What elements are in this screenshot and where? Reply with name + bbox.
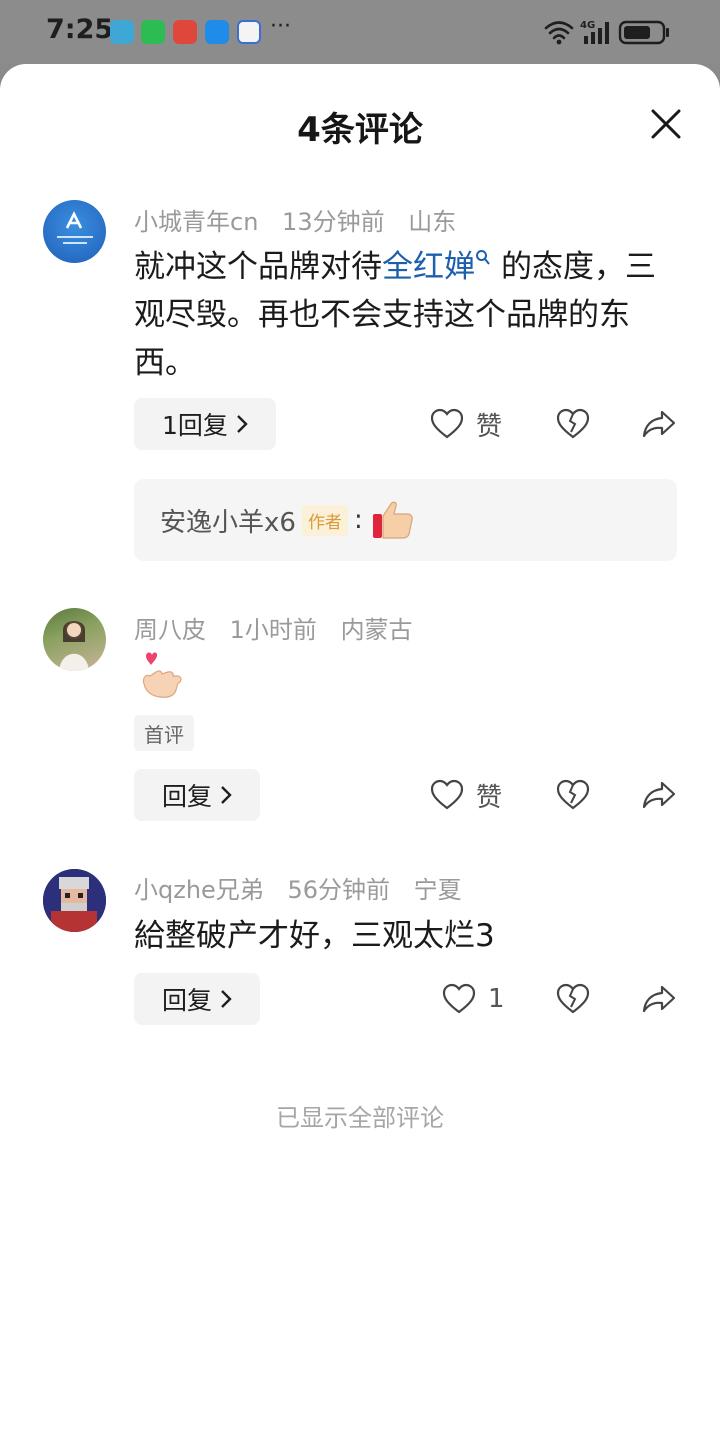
comments-sheet: 4条评论 小城青年cn 13分钟前 山东 就冲这个品牌对待全红婵 的态度，三观尽毁… [0, 64, 720, 1440]
dislike-button[interactable] [556, 398, 590, 450]
share-button[interactable] [642, 398, 676, 450]
system-status-icons: 4G [544, 20, 669, 45]
username[interactable]: 小城青年cn [134, 208, 258, 236]
comment-actions: 赞 [0, 398, 720, 450]
sub-reply-preview[interactable]: 安逸小羊x6 作者 : [134, 479, 677, 561]
comment-location: 山东 [408, 208, 457, 236]
like-button[interactable]: 1 [442, 973, 505, 1025]
comment-time: 13分钟前 [282, 208, 385, 236]
comment-meta: 小qzhe兄弟 56分钟前 宁夏 [134, 870, 478, 905]
wechat-icon [141, 20, 165, 44]
comment-text: 給整破产才好，三观太烂3 [134, 918, 495, 954]
map-app-icon [237, 20, 261, 44]
message-icon [205, 20, 229, 44]
comment-text: 就冲这个品牌对待全红婵 的态度，三观尽毁。再也不会支持这个品牌的东西。 [134, 249, 656, 381]
share-icon [642, 410, 676, 438]
toutiao-icon [173, 20, 197, 44]
broken-heart-icon [556, 408, 590, 439]
comment-meta: 小城青年cn 13分钟前 山东 [134, 202, 472, 237]
heart-icon [430, 408, 464, 439]
avatar-logo-icon [57, 211, 93, 244]
heart-icon [430, 779, 464, 810]
dislike-button[interactable] [556, 973, 590, 1025]
comment-time: 1小时前 [229, 616, 317, 644]
share-button[interactable] [642, 973, 676, 1025]
heart-icon [442, 983, 476, 1014]
dislike-button[interactable] [556, 769, 590, 821]
app-notification-icon [110, 20, 134, 44]
share-icon [642, 985, 676, 1013]
comment-actions: 1 [0, 973, 720, 1025]
broken-heart-icon [556, 983, 590, 1014]
author-badge: 作者 [301, 504, 348, 536]
wifi-icon [544, 21, 574, 40]
status-bar: 7:25 ··· 4G [0, 0, 720, 64]
avatar[interactable] [43, 869, 106, 932]
sub-reply-username[interactable]: 安逸小羊x6 [160, 502, 296, 539]
like-button[interactable]: 赞 [430, 769, 502, 821]
avatar[interactable] [43, 200, 106, 263]
thumbs-up-icon [372, 501, 413, 539]
search-icon[interactable] [475, 249, 491, 267]
share-button[interactable] [642, 769, 676, 821]
svg-text:4G: 4G [580, 20, 595, 31]
comment-actions: 赞 [0, 769, 720, 821]
comment-location: 内蒙古 [340, 616, 413, 644]
close-icon[interactable] [650, 108, 682, 140]
first-comment-tag: 首评 [134, 715, 194, 751]
comment-meta: 周八皮 1小时前 内蒙古 [134, 610, 429, 645]
more-notifications-icon: ··· [270, 14, 291, 39]
broken-heart-icon [556, 779, 590, 810]
finger-heart-emoji-icon [142, 652, 182, 698]
search-link[interactable]: 全红婵 [382, 249, 475, 285]
share-icon [642, 781, 676, 809]
all-comments-shown-text: 已显示全部评论 [276, 1104, 444, 1132]
avatar[interactable] [43, 608, 106, 671]
username[interactable]: 小qzhe兄弟 [134, 876, 264, 904]
avatar-photo-icon [59, 621, 89, 671]
like-count: 1 [488, 984, 505, 1014]
comment-time: 56分钟前 [287, 876, 390, 904]
sheet-title: 4条评论 [297, 110, 423, 150]
username[interactable]: 周八皮 [134, 616, 206, 644]
avatar-pixel-icon [43, 869, 106, 932]
status-time: 7:25 [46, 14, 114, 45]
comment-location: 宁夏 [413, 876, 462, 904]
like-button[interactable]: 赞 [430, 398, 502, 450]
